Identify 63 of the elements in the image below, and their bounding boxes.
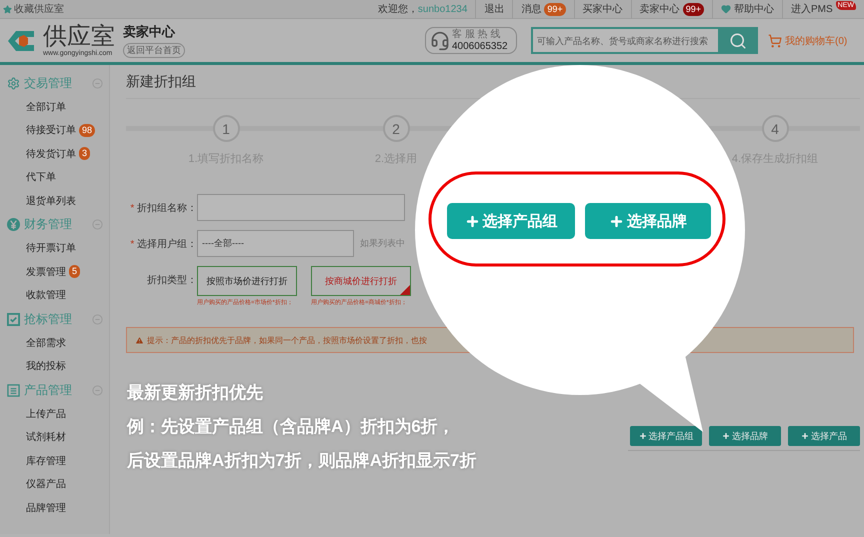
star-icon [3,4,12,14]
yen-icon [7,218,20,231]
sidebar-item[interactable]: 全部订单 [0,95,109,118]
count-badge: 5 [69,265,80,278]
field-label: * 折扣组名称： [129,202,197,214]
hotline-number: 4006065352 [452,40,508,52]
plus-icon [722,432,730,440]
sidebar-item[interactable]: 待接受订单 98 [0,118,109,142]
sidebar-item[interactable]: 我的投标 [0,354,109,378]
field-label: 折扣类型： [146,274,197,288]
annotation-text: 例：先设置产品组（含品牌A）折扣为6折， [127,416,456,438]
discount-type-option[interactable]: 按商城价进行打折 [311,266,411,296]
count-badge: 98 [79,124,96,137]
add-button[interactable]: 选择产品组 [630,426,702,446]
center-title: 卖家中心 [123,23,175,41]
hotline-label: 客 服 热 线 [452,28,502,40]
search-icon [729,32,747,50]
plus-icon [609,214,624,228]
welcome-text: 欢迎您，sunbo1234 [378,2,468,16]
bookmark-link[interactable]: 收藏供应室 [0,2,378,16]
sidebar-item[interactable]: 上传产品 [0,402,109,426]
sidebar-item[interactable]: 全部需求 [0,331,109,354]
annotation-text: 最新更新折扣优先 [127,382,264,404]
sidebar-item[interactable]: 待开票订单 [0,236,109,260]
input-field[interactable] [197,194,405,221]
sidebar-item[interactable]: 待发货订单 3 [0,142,109,166]
cart-icon [768,34,782,48]
selected-corner-icon [400,285,410,295]
select-field[interactable]: ----全部---- [197,230,354,257]
annotation-text: 后设置品牌A折扣为7折，则品牌A折扣显示7折 [127,450,476,472]
step-number: 1 [212,115,240,142]
search-button[interactable] [718,27,758,54]
gear-icon [7,76,20,90]
tip-text: 提示：产品的折扣优先于品牌，如果同一个产品，按照市场价设置了折扣，也按 [147,334,427,346]
warning-icon [135,336,144,344]
back-home-link[interactable]: 返回平台首页 [123,43,185,58]
sidebar-item[interactable]: 收款管理 [0,284,109,307]
field-label: * 选择用户组： [129,238,197,250]
sidebar-item[interactable]: 发票管理 5 [0,260,109,284]
headset-icon [430,30,450,50]
list-icon [7,384,20,396]
sidebar-item[interactable]: 代下单 [0,166,109,189]
hint-text: 如果列表中 [360,237,405,250]
count-badge: 99+ [682,2,704,16]
sidebar-item[interactable]: 品牌管理 [0,496,109,520]
plus-icon [638,432,646,440]
heart-icon [720,4,731,14]
count-badge: 99+ [544,2,566,16]
search-field[interactable]: 可输入产品名称、货号或商家名称进行搜索 [531,27,718,54]
count-badge: 3 [79,147,90,160]
sidebar-item[interactable]: 退货单列表 [0,189,109,212]
sidebar-item[interactable]: 仪器产品 [0,472,109,496]
checkbox-icon [7,312,20,326]
add-button[interactable]: 选择品牌 [709,426,781,446]
step-number: 4 [762,115,788,142]
plus-icon [464,214,480,228]
sidebar-item[interactable]: 库存管理 [0,449,109,472]
logo-name: 供应室 [43,24,115,50]
discount-type-option[interactable]: 按照市场价进行打折 [197,266,297,296]
sidebar-item[interactable]: 试剂耗材 [0,426,109,449]
add-button[interactable]: 选择产品 [788,426,860,446]
plus-icon [801,432,809,440]
step-number: 2 [382,115,410,142]
